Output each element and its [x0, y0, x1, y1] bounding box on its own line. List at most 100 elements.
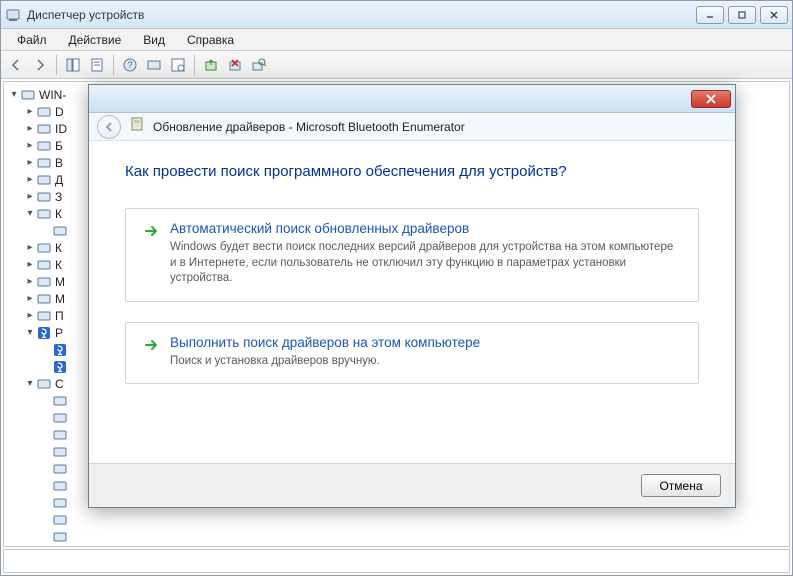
- tree-item-label: ID: [55, 122, 67, 136]
- device-icon: [52, 495, 68, 511]
- tool-btn-1[interactable]: [143, 54, 165, 76]
- device-icon: [52, 478, 68, 494]
- option-browse-computer[interactable]: Выполнить поиск драйверов на этом компью…: [125, 322, 699, 385]
- dialog-close-button[interactable]: [691, 90, 731, 108]
- tree-item-label: WIN-: [39, 88, 66, 102]
- device-icon: [36, 189, 52, 205]
- tool-btn-2[interactable]: [167, 54, 189, 76]
- device-icon: [52, 512, 68, 528]
- expand-icon[interactable]: ▸: [24, 106, 36, 117]
- maximize-button[interactable]: [728, 6, 756, 24]
- expand-icon[interactable]: ▸: [24, 242, 36, 253]
- menubar: Файл Действие Вид Справка: [1, 29, 792, 51]
- help-button[interactable]: ?: [119, 54, 141, 76]
- dialog-header-text: Обновление драйверов - Microsoft Bluetoo…: [153, 120, 465, 134]
- device-icon: [52, 410, 68, 426]
- dialog-hardware-icon: [129, 116, 145, 137]
- close-button[interactable]: [760, 6, 788, 24]
- titlebar: Диспетчер устройств: [1, 1, 792, 29]
- app-icon: [5, 7, 21, 23]
- device-icon: [36, 172, 52, 188]
- bluetooth-icon: [52, 359, 68, 375]
- back-button[interactable]: [5, 54, 27, 76]
- option-auto-title: Автоматический поиск обновленных драйвер…: [170, 221, 682, 236]
- dialog-back-button[interactable]: [97, 115, 121, 139]
- arrow-right-icon: [142, 336, 160, 354]
- bluetooth-icon: [36, 325, 52, 341]
- collapse-icon[interactable]: ▾: [8, 89, 20, 100]
- tree-item-label: З: [55, 190, 62, 204]
- option-browse-title: Выполнить поиск драйверов на этом компью…: [170, 335, 480, 350]
- tree-item[interactable]: [8, 511, 785, 528]
- dialog-body: Как провести поиск программного обеспече…: [89, 141, 735, 463]
- toolbar: ?: [1, 51, 792, 79]
- device-icon: [36, 308, 52, 324]
- device-icon: [52, 427, 68, 443]
- expand-icon[interactable]: ▸: [24, 191, 36, 202]
- show-tree-button[interactable]: [62, 54, 84, 76]
- device-icon: [36, 291, 52, 307]
- toolbar-separator: [113, 55, 114, 75]
- tree-item-label: D: [55, 105, 64, 119]
- device-icon: [20, 87, 36, 103]
- expand-icon[interactable]: ▸: [24, 123, 36, 134]
- tree-item[interactable]: [8, 528, 785, 545]
- update-driver-button[interactable]: [200, 54, 222, 76]
- tree-item-label: Д: [55, 173, 63, 187]
- tree-item-label: М: [55, 275, 65, 289]
- expand-icon[interactable]: ▸: [24, 140, 36, 151]
- option-auto-desc: Windows будет вести поиск последних верс…: [170, 240, 682, 287]
- svg-text:?: ?: [127, 60, 132, 70]
- scan-hardware-button[interactable]: [248, 54, 270, 76]
- uninstall-button[interactable]: [224, 54, 246, 76]
- device-icon: [52, 444, 68, 460]
- collapse-icon[interactable]: ▾: [24, 208, 36, 219]
- expand-icon[interactable]: ▸: [24, 293, 36, 304]
- properties-button[interactable]: [86, 54, 108, 76]
- expand-icon[interactable]: ▸: [24, 276, 36, 287]
- device-icon: [52, 529, 68, 545]
- option-browse-desc: Поиск и установка драйверов вручную.: [170, 354, 480, 370]
- update-driver-dialog: Обновление драйверов - Microsoft Bluetoo…: [88, 84, 736, 508]
- toolbar-separator: [194, 55, 195, 75]
- menu-file[interactable]: Файл: [7, 31, 57, 49]
- dialog-titlebar: [89, 85, 735, 113]
- arrow-right-icon: [142, 222, 160, 240]
- expand-icon[interactable]: ▸: [24, 259, 36, 270]
- expand-icon[interactable]: ▸: [24, 157, 36, 168]
- forward-button[interactable]: [29, 54, 51, 76]
- tree-item-label: Б: [55, 139, 63, 153]
- window-controls: [696, 6, 788, 24]
- cancel-button[interactable]: Отмена: [641, 474, 721, 497]
- tree-item-label: К: [55, 258, 62, 272]
- option-auto-search[interactable]: Автоматический поиск обновленных драйвер…: [125, 208, 699, 302]
- minimize-button[interactable]: [696, 6, 724, 24]
- expand-icon[interactable]: ▸: [24, 310, 36, 321]
- expand-icon[interactable]: ▸: [24, 174, 36, 185]
- tree-item-label: П: [55, 309, 64, 323]
- device-icon: [36, 257, 52, 273]
- tree-item-label: К: [55, 207, 62, 221]
- dialog-header: Обновление драйверов - Microsoft Bluetoo…: [89, 113, 735, 141]
- device-icon: [52, 461, 68, 477]
- device-icon: [36, 240, 52, 256]
- collapse-icon[interactable]: ▾: [24, 378, 36, 389]
- device-icon: [36, 206, 52, 222]
- menu-action[interactable]: Действие: [59, 31, 132, 49]
- device-icon: [36, 121, 52, 137]
- dialog-heading: Как провести поиск программного обеспече…: [125, 163, 699, 180]
- tree-item-label: М: [55, 292, 65, 306]
- device-icon: [52, 223, 68, 239]
- bluetooth-icon: [52, 342, 68, 358]
- menu-help[interactable]: Справка: [177, 31, 244, 49]
- details-pane: [3, 549, 790, 573]
- dialog-footer: Отмена: [89, 463, 735, 507]
- device-icon: [36, 104, 52, 120]
- device-icon: [36, 155, 52, 171]
- tree-item-label: К: [55, 241, 62, 255]
- device-icon: [36, 274, 52, 290]
- device-icon: [36, 138, 52, 154]
- menu-view[interactable]: Вид: [133, 31, 175, 49]
- tree-item-label: В: [55, 156, 63, 170]
- collapse-icon[interactable]: ▾: [24, 327, 36, 338]
